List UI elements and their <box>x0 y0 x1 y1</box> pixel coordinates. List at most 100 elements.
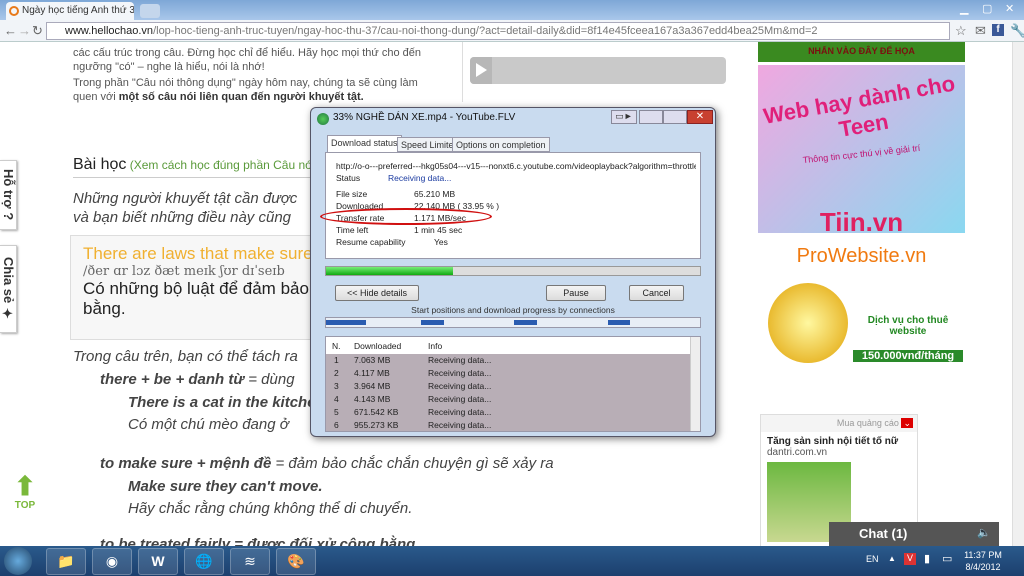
reload-icon[interactable]: ↻ <box>32 23 43 39</box>
structure-1-translation: Có một chú mèo đang ở <box>128 416 289 433</box>
taskbar: 📁 ◉ W 🌐 ≋ 🎨 EN ▲ V ▮ ▭ 11:37 PM 8/4/2012 <box>0 546 1024 576</box>
row-info: Receiving data... <box>428 394 492 404</box>
connection-row[interactable]: 1 7.063 MB Receiving data... <box>326 354 700 367</box>
facebook-icon[interactable]: f <box>992 24 1004 36</box>
row-number: 2 <box>334 368 339 378</box>
row-info: Receiving data... <box>428 355 492 365</box>
minimize-button[interactable]: ▁ <box>960 2 968 15</box>
row-downloaded: 955.273 KB <box>354 420 399 430</box>
row-downloaded: 3.964 MB <box>354 381 391 391</box>
tab-download-status[interactable]: Download status <box>327 135 402 152</box>
row-downloaded: 671.542 KB <box>354 407 399 417</box>
globe-icon <box>768 283 848 363</box>
structure-3: to be treated fairly = được đối xử công … <box>100 536 416 546</box>
speaker-icon[interactable]: 🔈 <box>977 526 991 539</box>
chrome-taskbar-icon[interactable]: ◉ <box>92 548 132 575</box>
browser-tab-bar: Ngày học tiếng Anh thứ 37 × ▁ ▢ ✕ <box>0 0 1024 20</box>
forward-icon[interactable]: → <box>18 23 31 38</box>
structure-1-example: There is a cat in the kitchen <box>128 394 325 411</box>
dialog-maximize-button[interactable] <box>663 110 687 124</box>
app-taskbar-icon[interactable]: ≋ <box>230 548 270 575</box>
row-number: 1 <box>334 355 339 365</box>
download-url: http://o-o---preferred---hkg05s04---v15-… <box>336 161 696 171</box>
chat-bar[interactable]: Chat (1) 🔈 <box>829 522 999 546</box>
lead-text-2: và bạn biết những điều này cũng <box>73 209 292 226</box>
resume-value: Yes <box>434 237 448 247</box>
status-value: Receiving data... <box>388 173 452 183</box>
address-toolbar: ← → ↻ www.hellochao.vn/lop-hoc-tieng-anh… <box>0 20 1024 42</box>
connection-row[interactable]: 4 4.143 MB Receiving data... <box>326 393 700 406</box>
row-info: Receiving data... <box>428 420 492 430</box>
example-ipa: /ðer ɑr lɔz ðæt meɪk ʃʊr dɪˈseɪb <box>83 264 285 279</box>
tab-speed-limiter[interactable]: Speed Limiter <box>397 137 461 152</box>
word-taskbar-icon[interactable]: W <box>138 548 178 575</box>
connection-row[interactable]: 5 671.542 KB Receiving data... <box>326 406 700 419</box>
start-button[interactable] <box>4 547 32 575</box>
paint-taskbar-icon[interactable]: 🎨 <box>276 548 316 575</box>
clock[interactable]: 11:37 PM 8/4/2012 <box>962 549 1004 573</box>
new-tab-button[interactable] <box>140 4 160 18</box>
download-progress-bar <box>325 266 701 276</box>
dialog-close-button[interactable]: ✕ <box>687 110 713 124</box>
row-info: Receiving data... <box>428 407 492 417</box>
dropdown-icon[interactable]: ⌄ <box>901 418 913 428</box>
minimize-to-tray-button[interactable]: ▭► <box>611 110 637 124</box>
example-vietnamese-2: bằng. <box>83 299 126 318</box>
row-number: 5 <box>334 407 339 417</box>
download-dialog: 33% NGHỀ DÁN XE.mp4 - YouTube.FLV ▭► ✕ D… <box>310 107 716 437</box>
cancel-button[interactable]: Cancel <box>629 285 684 301</box>
file-size-value: 65.210 MB <box>414 189 456 199</box>
ad-teen[interactable]: Web hay dành cho Teen Thông tin cực thú … <box>758 65 965 233</box>
file-size-label: File size <box>336 189 368 199</box>
progress-fill <box>326 267 453 275</box>
tray-v-icon[interactable]: V <box>904 553 916 565</box>
tray-network-icon[interactable]: ▭ <box>942 552 952 565</box>
url-input[interactable]: www.hellochao.vn/lop-hoc-tieng-anh-truc-… <box>46 22 950 40</box>
red-highlight-ellipse <box>320 208 492 225</box>
idm-taskbar-icon[interactable]: 🌐 <box>184 548 224 575</box>
play-icon[interactable] <box>470 57 492 84</box>
share-tab[interactable]: Chia sẻ ✦ <box>0 245 17 333</box>
audio-player[interactable] <box>470 57 726 84</box>
hide-details-button[interactable]: << Hide details <box>335 285 419 301</box>
list-scrollbar[interactable] <box>690 337 700 431</box>
connection-row[interactable]: 6 955.273 KB Receiving data... <box>326 419 700 432</box>
show-hidden-icons[interactable]: ▲ <box>888 554 896 563</box>
page-scrollbar[interactable] <box>1012 42 1024 546</box>
ad-prowebsite[interactable]: ProWebsite.vn Dịch vụ cho thuê website 1… <box>758 235 965 405</box>
browser-tab[interactable]: Ngày học tiếng Anh thứ 37 × <box>6 2 134 20</box>
example-english[interactable]: There are laws that make sure <box>83 244 319 264</box>
bookmark-star-icon[interactable]: ☆ <box>955 23 967 39</box>
close-button[interactable]: ✕ <box>1005 2 1014 15</box>
support-tab[interactable]: Hỗ trợ ? <box>0 160 17 230</box>
maximize-button[interactable]: ▢ <box>982 2 992 15</box>
connection-row[interactable]: 2 4.117 MB Receiving data... <box>326 367 700 380</box>
row-downloaded: 7.063 MB <box>354 355 391 365</box>
wrench-icon[interactable]: 🔧 <box>1010 23 1024 39</box>
status-label: Status <box>336 173 361 183</box>
connections-bar <box>325 317 701 328</box>
gmail-icon[interactable]: ✉ <box>975 23 986 39</box>
explorer-taskbar-icon[interactable]: 📁 <box>46 548 86 575</box>
intro-text-2: Trong phần "Câu nói thông dụng" ngày hôm… <box>73 77 418 103</box>
connections-label: Start positions and download progress by… <box>411 305 615 315</box>
back-to-top-button[interactable]: ⬆ TOP <box>12 472 38 511</box>
structure-2-translation: Hãy chắc rằng chúng không thể di chuyển. <box>128 500 413 517</box>
language-indicator[interactable]: EN <box>866 554 879 564</box>
buy-ads-link[interactable]: Mua quảng cáo <box>837 418 899 428</box>
connections-list[interactable]: N. Downloaded Info 1 7.063 MB Receiving data… <box>325 336 701 432</box>
connection-row[interactable]: 3 3.964 MB Receiving data... <box>326 380 700 393</box>
idm-icon <box>317 113 329 125</box>
time-left-label: Time left <box>336 225 369 235</box>
tray-power-icon[interactable]: ▮ <box>924 552 930 565</box>
tab-options-on-completion[interactable]: Options on completion <box>452 137 550 152</box>
back-icon[interactable]: ← <box>4 23 17 38</box>
dialog-minimize-button[interactable] <box>639 110 663 124</box>
row-info: Receiving data... <box>428 368 492 378</box>
ad-banner-top[interactable]: NHẤN VÀO ĐÂY ĐỂ HỌA <box>758 42 965 62</box>
example-box: There are laws that make sure /ðer ɑr lɔ… <box>70 235 320 340</box>
pause-button[interactable]: Pause <box>546 285 606 301</box>
up-arrow-icon: ⬆ <box>14 471 36 501</box>
structure-1: there + be + danh từ = dùng <box>100 371 295 388</box>
dialog-title: 33% NGHỀ DÁN XE.mp4 - YouTube.FLV <box>333 112 516 123</box>
